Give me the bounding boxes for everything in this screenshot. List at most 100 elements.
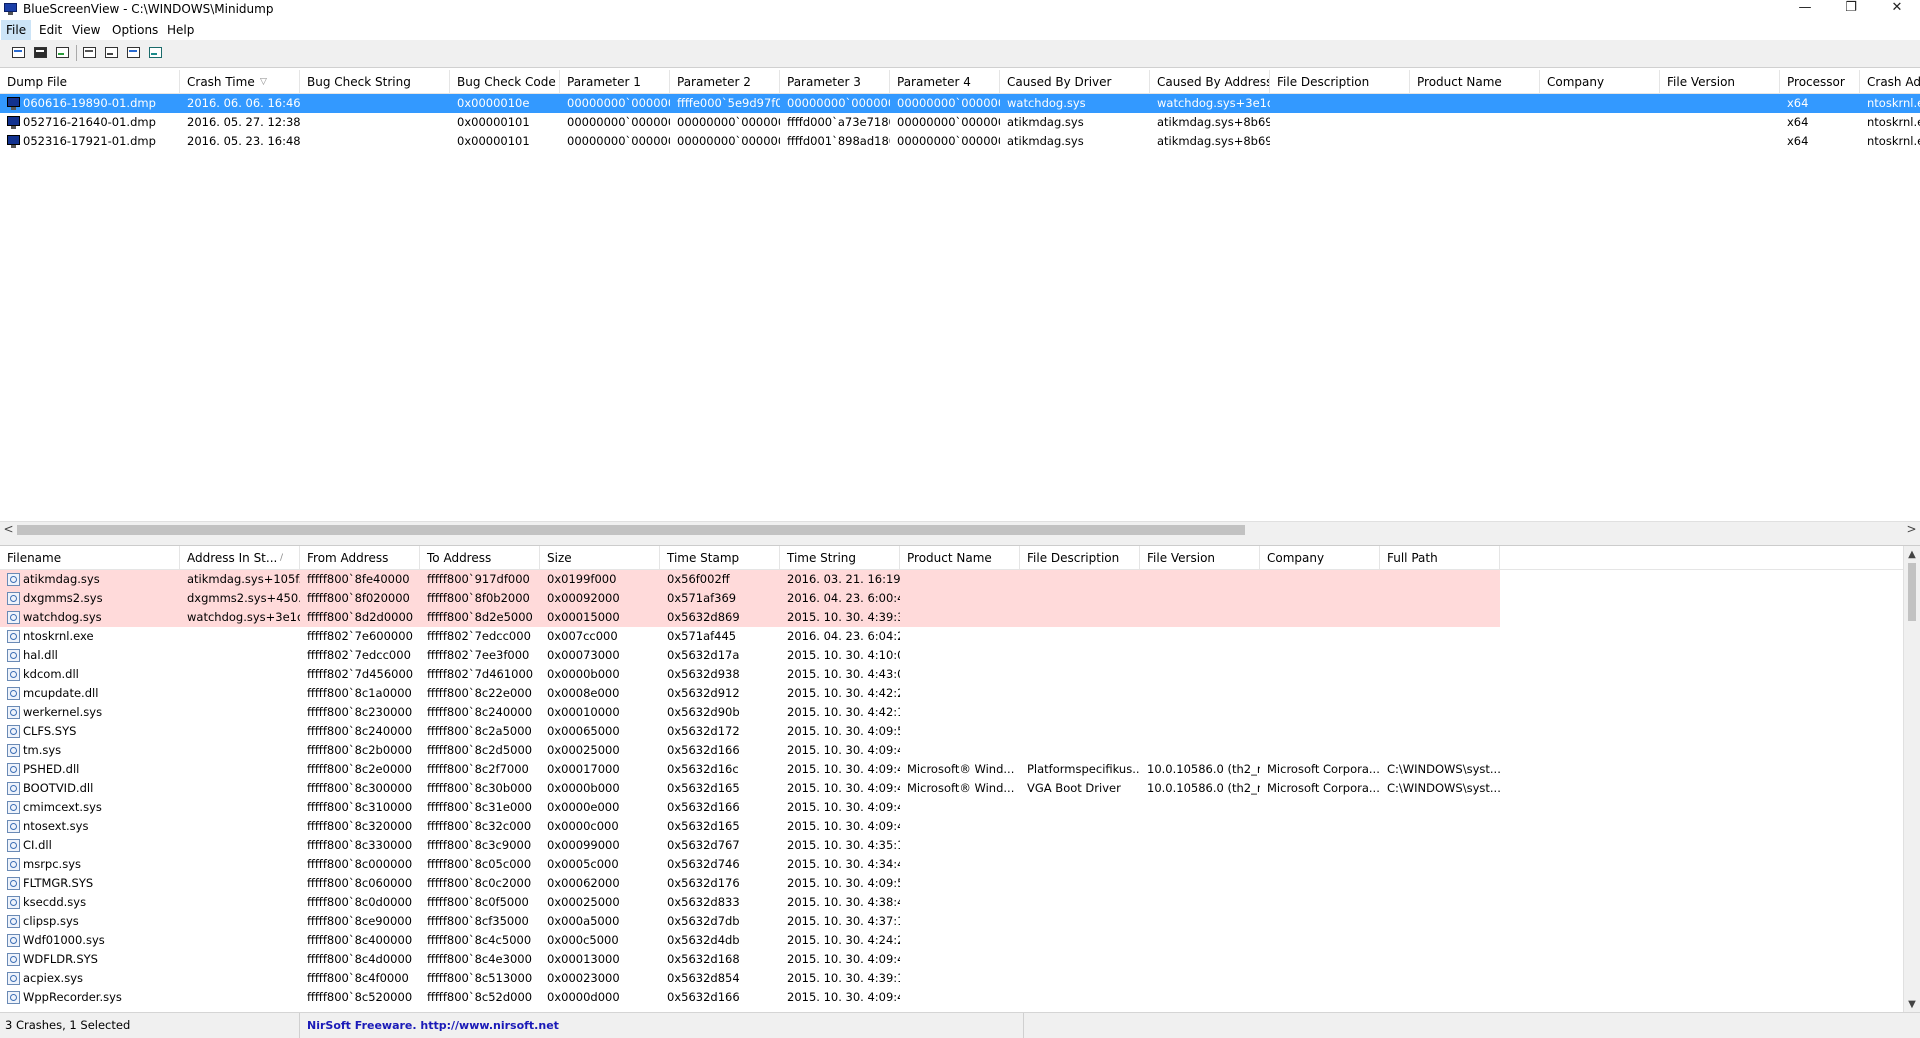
menu-file[interactable]: File: [1, 20, 32, 40]
column-header-from-address[interactable]: From Address: [300, 546, 420, 569]
driver-row[interactable]: ntosext.sys fffff800`8c320000 fffff800`8c3…: [0, 817, 1500, 836]
column-header-label: Full Path: [1387, 551, 1438, 565]
column-header-to-address[interactable]: To Address: [420, 546, 540, 569]
column-header-parameter-4[interactable]: Parameter 4: [890, 70, 1000, 93]
column-header-company[interactable]: Company: [1540, 70, 1660, 93]
driver-row[interactable]: ksecdd.sys fffff800`8c0d0000 fffff800`8c0f…: [0, 893, 1500, 912]
cell-size: 0x00099000: [547, 838, 620, 852]
close-button[interactable]: ✕: [1874, 0, 1920, 20]
column-header-product-name[interactable]: Product Name: [1410, 70, 1540, 93]
column-header-file-description[interactable]: File Description: [1020, 546, 1140, 569]
column-header-dump-file[interactable]: Dump File: [0, 70, 180, 93]
scroll-down-arrow[interactable]: ▼: [1904, 996, 1920, 1013]
scroll-right-arrow[interactable]: >: [1903, 522, 1920, 538]
cell-size: 0x000c5000: [547, 933, 619, 947]
cell-from-address: fffff800`8c0d0000: [307, 895, 413, 909]
cell-time-stamp: 0x571af445: [667, 629, 737, 643]
menu-edit[interactable]: Edit: [34, 20, 67, 40]
driver-row[interactable]: ntoskrnl.exe fffff802`7e600000 fffff802`7e…: [0, 627, 1500, 646]
driver-row[interactable]: dxgmms2.sys dxgmms2.sys+450... fffff800`8f…: [0, 589, 1500, 608]
cell-to-address: fffff800`8c240000: [427, 705, 533, 719]
driver-row[interactable]: FLTMGR.SYS fffff800`8c060000 fffff800`8c0c…: [0, 874, 1500, 893]
html-report-icon[interactable]: [11, 45, 27, 61]
driver-row[interactable]: CLFS.SYS fffff800`8c240000 fffff800`8c2a50…: [0, 722, 1500, 741]
column-header-full-path[interactable]: Full Path: [1380, 546, 1500, 569]
menu-view[interactable]: View: [67, 20, 105, 40]
pane-splitter[interactable]: [0, 538, 1920, 545]
properties-icon[interactable]: [104, 45, 120, 61]
cell-time-string: 2015. 10. 30. 4:43:04: [787, 667, 900, 681]
column-header-file-version[interactable]: File Version: [1660, 70, 1780, 93]
nirsoft-link[interactable]: NirSoft Freeware. http://www.nirsoft.net: [300, 1013, 1024, 1038]
scroll-thumb[interactable]: [17, 525, 1245, 535]
column-header-bug-check-string[interactable]: Bug Check String: [300, 70, 450, 93]
crash-row[interactable]: 052316-17921-01.dmp 2016. 05. 23. 16:48:4…: [0, 132, 1920, 151]
driver-row[interactable]: msrpc.sys fffff800`8c000000 fffff800`8c05c…: [0, 855, 1500, 874]
cell-full-path: [1380, 931, 1500, 950]
toolbar-separator: [76, 45, 77, 61]
cell-filename: WDFLDR.SYS: [23, 952, 98, 966]
restore-button[interactable]: ❐: [1828, 0, 1874, 20]
driver-row[interactable]: mcupdate.dll fffff800`8c1a0000 fffff800`8c…: [0, 684, 1500, 703]
driver-row[interactable]: werkernel.sys fffff800`8c230000 fffff800`8…: [0, 703, 1500, 722]
column-header-address-in-stack[interactable]: Address In St... /: [180, 546, 300, 569]
column-header-time-stamp[interactable]: Time Stamp: [660, 546, 780, 569]
cell-time-stamp: 0x5632d746: [667, 857, 740, 871]
column-header-parameter-1[interactable]: Parameter 1: [560, 70, 670, 93]
column-header-bug-check-code[interactable]: Bug Check Code: [450, 70, 560, 93]
driver-row[interactable]: clipsp.sys fffff800`8ce90000 fffff800`8cf3…: [0, 912, 1500, 931]
scroll-left-arrow[interactable]: <: [0, 522, 17, 538]
cell-company: Microsoft Corpora...: [1267, 781, 1380, 795]
crash-row[interactable]: 060616-19890-01.dmp 2016. 06. 06. 16:46:3…: [0, 94, 1920, 113]
column-header-processor[interactable]: Processor: [1780, 70, 1860, 93]
column-header-product-name[interactable]: Product Name: [900, 546, 1020, 569]
crash-row[interactable]: 052716-21640-01.dmp 2016. 05. 27. 12:38:5…: [0, 113, 1920, 132]
scroll-up-arrow[interactable]: ▲: [1904, 546, 1920, 563]
driver-file-icon: [7, 934, 20, 947]
driver-list-vscrollbar[interactable]: ▲ ▼: [1903, 546, 1920, 1013]
driver-row[interactable]: PSHED.dll fffff800`8c2e0000 fffff800`8c2f7…: [0, 760, 1500, 779]
column-header-company[interactable]: Company: [1260, 546, 1380, 569]
cell-file-version: [1140, 741, 1260, 760]
cell-time-string: 2015. 10. 30. 4:42:19: [787, 705, 900, 719]
driver-row[interactable]: WppRecorder.sys fffff800`8c520000 fffff800…: [0, 988, 1500, 1007]
driver-row[interactable]: cmimcext.sys fffff800`8c310000 fffff800`8c…: [0, 798, 1500, 817]
column-header-time-string[interactable]: Time String: [780, 546, 900, 569]
column-header-caused-by-driver[interactable]: Caused By Driver: [1000, 70, 1150, 93]
cell-parameter-4: 00000000`000000...: [897, 134, 1000, 148]
column-header-parameter-3[interactable]: Parameter 3: [780, 70, 890, 93]
cell-parameter-3: ffffd001`898ad180: [787, 134, 890, 148]
column-header-caused-by-address[interactable]: Caused By Address: [1150, 70, 1270, 93]
driver-row[interactable]: acpiex.sys fffff800`8c4f0000 fffff800`8c51…: [0, 969, 1500, 988]
cell-parameter-2: ffffe000`5e9d97f0: [677, 96, 780, 110]
find-icon[interactable]: [126, 45, 142, 61]
column-header-file-description[interactable]: File Description: [1270, 70, 1410, 93]
crash-list-hscrollbar[interactable]: < >: [0, 521, 1920, 538]
column-header-parameter-2[interactable]: Parameter 2: [670, 70, 780, 93]
cell-from-address: fffff800`8c330000: [307, 838, 413, 852]
exit-icon[interactable]: [148, 45, 164, 61]
driver-row[interactable]: atikmdag.sys atikmdag.sys+105f... fffff800…: [0, 570, 1500, 589]
driver-row[interactable]: Wdf01000.sys fffff800`8c400000 fffff800`8c…: [0, 931, 1500, 950]
copy-icon[interactable]: [82, 45, 98, 61]
driver-file-icon: [7, 573, 20, 586]
driver-row[interactable]: WDFLDR.SYS fffff800`8c4d0000 fffff800`8c4e…: [0, 950, 1500, 969]
menu-help[interactable]: Help: [162, 20, 199, 40]
driver-row[interactable]: BOOTVID.dll fffff800`8c300000 fffff800`8c3…: [0, 779, 1500, 798]
minimize-button[interactable]: —: [1782, 0, 1828, 20]
driver-row[interactable]: tm.sys fffff800`8c2b0000 fffff800`8c2d5000…: [0, 741, 1500, 760]
column-header-filename[interactable]: Filename: [0, 546, 180, 569]
column-header-file-version[interactable]: File Version: [1140, 546, 1260, 569]
column-header-crash-address[interactable]: Crash Add: [1860, 70, 1920, 93]
column-header-crash-time[interactable]: Crash Time ▽: [180, 70, 300, 93]
menu-options[interactable]: Options: [107, 20, 163, 40]
driver-row[interactable]: hal.dll fffff802`7edcc000 fffff802`7ee3f00…: [0, 646, 1500, 665]
save-icon[interactable]: [33, 45, 49, 61]
column-header-size[interactable]: Size: [540, 546, 660, 569]
driver-row[interactable]: watchdog.sys watchdog.sys+3e1d fffff800`8d…: [0, 608, 1500, 627]
scroll-thumb[interactable]: [1908, 563, 1916, 621]
driver-row[interactable]: kdcom.dll fffff802`7d456000 fffff802`7d461…: [0, 665, 1500, 684]
cell-time-string: 2016. 04. 23. 6:00:41: [787, 591, 900, 605]
driver-row[interactable]: CI.dll fffff800`8c330000 fffff800`8c3c9000…: [0, 836, 1500, 855]
refresh-icon[interactable]: [55, 45, 71, 61]
